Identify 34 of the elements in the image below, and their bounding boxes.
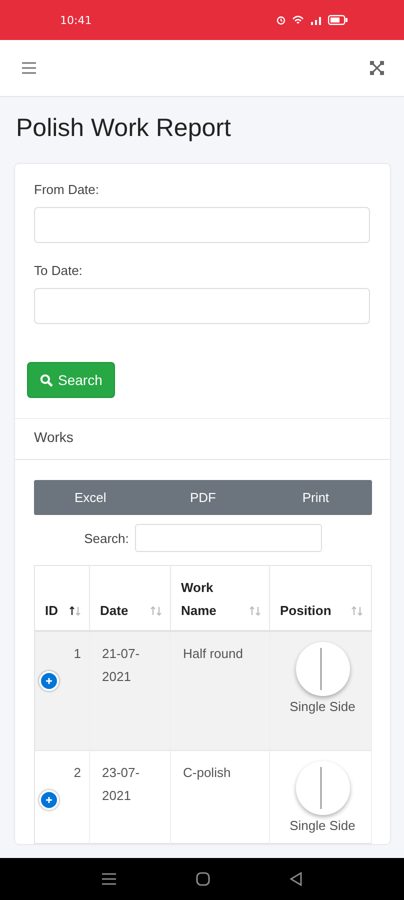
plus-icon [45,677,53,685]
date-field[interactable] [34,288,370,324]
section-title: Works [34,429,74,445]
table-cell-text: Half round [183,645,243,663]
export-button[interactable]: Print [259,480,372,515]
status-time: 10:41 [60,14,92,26]
tablet-drawing [296,761,350,815]
battery-icon [328,15,348,25]
tablet-drawing [296,642,350,696]
wifi-icon [292,15,304,25]
table-cell: Single Side [290,817,356,835]
expand-button[interactable] [39,790,59,810]
back-icon[interactable] [290,872,302,886]
field-label: To Date: [34,263,82,278]
search-label: Search: [84,530,129,546]
date-field[interactable] [34,207,370,243]
export-button[interactable]: Excel [34,480,147,515]
menu-icon[interactable] [102,873,116,885]
table-cell-text: 1 [74,645,81,663]
plus-icon [45,796,53,804]
search-icon [40,374,53,386]
signal-icon [310,15,322,25]
field-label: From Date: [34,182,100,197]
page-title: Polish Work Report [16,114,232,143]
alarm-icon [276,15,286,25]
table-cell-text: 2 [74,764,81,782]
home-icon[interactable] [196,872,210,886]
export-button[interactable]: PDF [146,480,260,515]
table-cell-text: 23-07-2021 [102,764,141,805]
table-cell: Single Side [290,698,356,716]
table-cell-text: 21-07-2021 [102,645,141,686]
expand-button[interactable] [39,671,59,691]
search-field[interactable] [134,524,322,552]
table-cell-text: C-polish [183,764,231,782]
